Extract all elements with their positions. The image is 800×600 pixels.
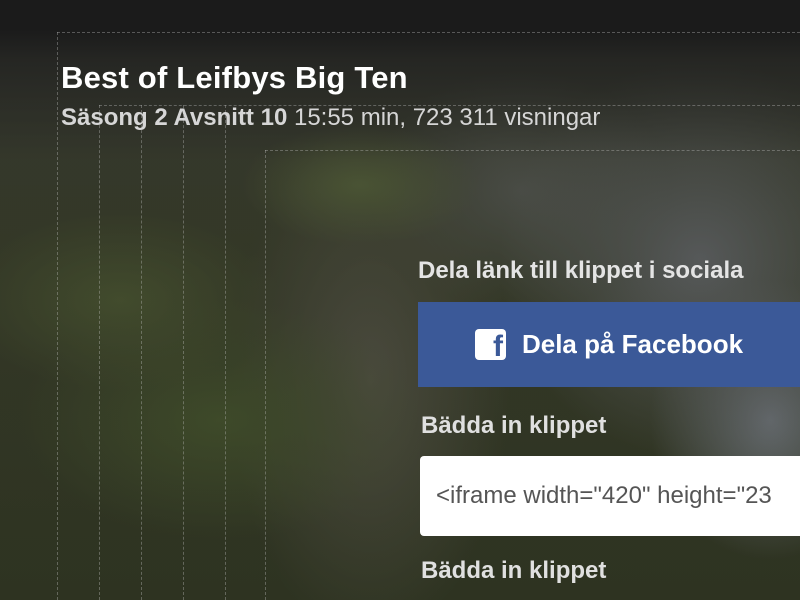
share-heading: Dela länk till klippet i sociala (418, 257, 744, 284)
episode-label: Säsong 2 Avsnitt 10 (61, 104, 288, 131)
video-meta: Säsong 2 Avsnitt 10 15:55 min, 723 311 v… (61, 104, 600, 132)
share-facebook-button[interactable]: f Dela på Facebook (418, 302, 800, 387)
facebook-icon: f (474, 329, 506, 362)
embed-heading: Bädda in klippet (421, 412, 607, 439)
video-details: 15:55 min, 723 311 visningar (293, 104, 601, 131)
share-facebook-label: Dela på Facebook (521, 329, 744, 359)
embed-code-input[interactable] (420, 456, 800, 536)
video-title: Best of Leifbys Big Ten (61, 60, 408, 95)
embed-heading-secondary: Bädda in klippet (421, 557, 607, 584)
